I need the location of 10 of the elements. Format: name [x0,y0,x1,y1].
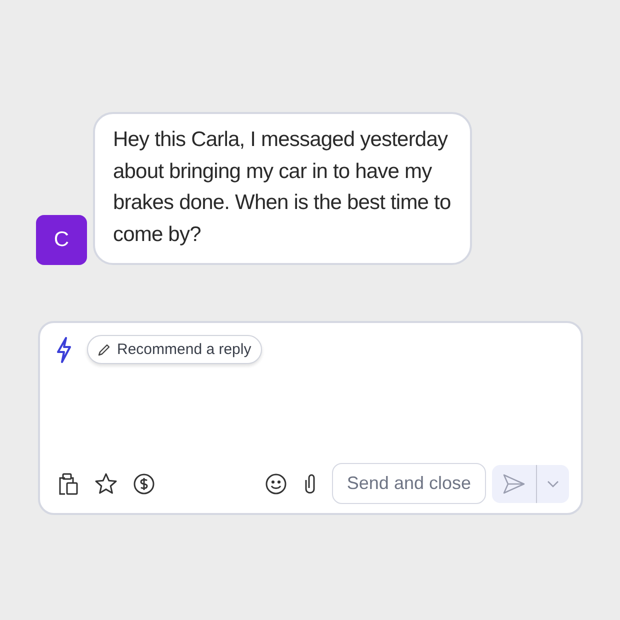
avatar: C [36,215,87,265]
star-icon[interactable] [94,472,118,496]
recommend-reply-button[interactable]: Recommend a reply [87,335,262,364]
pencil-icon [97,342,111,356]
lightning-icon[interactable] [56,336,72,362]
reply-composer[interactable]: Recommend a reply Send and close [38,321,583,515]
message-bubble: Hey this Carla, I messaged yesterday about bringing my car in to have my brakes done. When is the best time to come by? [93,112,472,265]
send-icon [502,472,526,494]
dollar-icon[interactable] [132,472,156,496]
emoji-icon[interactable] [264,472,288,496]
